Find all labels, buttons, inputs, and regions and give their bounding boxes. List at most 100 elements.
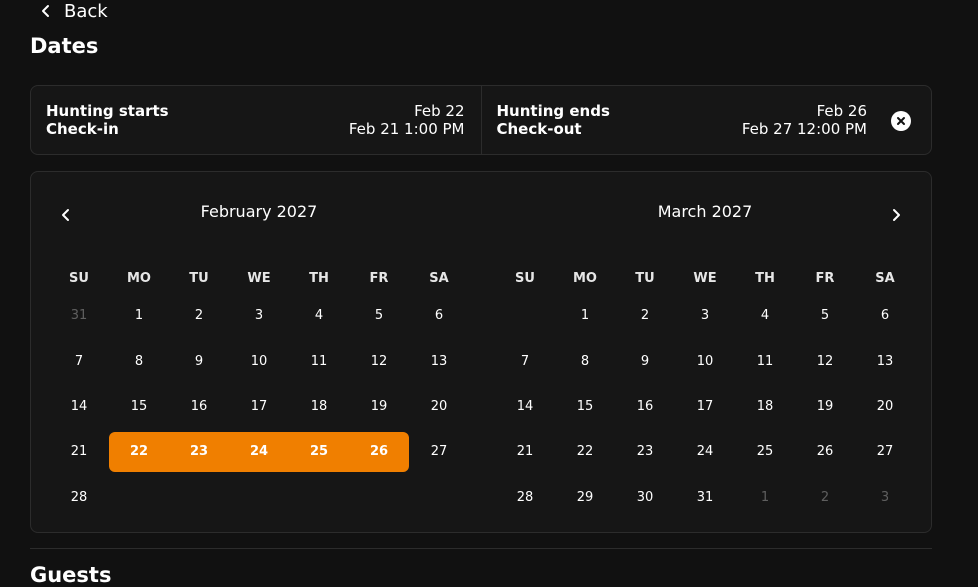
calendar-day[interactable]: 13 bbox=[855, 342, 915, 382]
calendar-day[interactable]: 8 bbox=[109, 342, 169, 382]
calendar-day[interactable]: 11 bbox=[289, 342, 349, 382]
calendar-day[interactable]: 18 bbox=[289, 387, 349, 427]
calendar-empty-cell bbox=[109, 478, 169, 518]
calendar-week: 7 8 9 10 11 12 13 bbox=[49, 342, 469, 382]
hunting-starts-label: Hunting starts bbox=[46, 102, 169, 120]
month-title: March 2027 bbox=[657, 202, 753, 221]
start-date-panel[interactable]: Hunting starts Feb 22 Check-in Feb 21 1:… bbox=[31, 86, 482, 154]
calendar-day[interactable]: 19 bbox=[795, 387, 855, 427]
calendar-day[interactable]: 20 bbox=[855, 387, 915, 427]
chevron-left-icon bbox=[42, 5, 49, 17]
calendar-day: 3 bbox=[880, 490, 890, 505]
calendar-day[interactable]: 30 bbox=[615, 478, 675, 518]
hunting-ends-value: Feb 26 bbox=[816, 102, 867, 120]
calendar-day[interactable]: 6 bbox=[409, 296, 469, 336]
calendar-day[interactable]: 20 bbox=[409, 387, 469, 427]
calendar-empty-cell bbox=[229, 478, 289, 518]
calendar-day[interactable]: 17 bbox=[229, 387, 289, 427]
check-in-label: Check-in bbox=[46, 120, 119, 138]
hunting-starts-value: Feb 22 bbox=[414, 102, 465, 120]
calendar-day[interactable]: 13 bbox=[409, 342, 469, 382]
check-in-value: Feb 21 1:00 PM bbox=[348, 120, 465, 138]
calendar-day[interactable]: 25 bbox=[735, 432, 795, 472]
calendar-day[interactable]: 15 bbox=[555, 387, 615, 427]
calendar-day[interactable]: 28 bbox=[49, 478, 109, 518]
calendar-day[interactable]: 21 bbox=[495, 432, 555, 472]
calendar-day[interactable]: 27 bbox=[409, 432, 469, 472]
calendar-week: 123456 bbox=[495, 296, 915, 336]
calendar-day[interactable]: 31 bbox=[675, 478, 735, 518]
calendar-day[interactable]: 9 bbox=[615, 342, 675, 382]
calendar-day[interactable]: 4 bbox=[289, 296, 349, 336]
calendar-empty-cell bbox=[289, 478, 349, 518]
calendar-day[interactable]: 6 bbox=[855, 296, 915, 336]
calendar-day[interactable]: 2 bbox=[615, 296, 675, 336]
calendar-day[interactable]: 19 bbox=[349, 387, 409, 427]
weekday-label: SU bbox=[69, 271, 89, 286]
calendar-empty-cell bbox=[349, 478, 409, 518]
calendar-day-selected[interactable]: 25 bbox=[289, 432, 349, 472]
weekday-header: SU MO TU WE TH FR SA bbox=[495, 271, 915, 286]
calendar-day[interactable]: 27 bbox=[855, 432, 915, 472]
calendar-day[interactable]: 7 bbox=[49, 342, 109, 382]
close-icon bbox=[897, 117, 905, 125]
calendar-empty-cell bbox=[495, 296, 555, 336]
calendar-week: 7 8 9 10 11 12 13 bbox=[495, 342, 915, 382]
calendar-day: 2 bbox=[820, 490, 830, 505]
calendar-day[interactable]: 23 bbox=[615, 432, 675, 472]
calendar-day[interactable]: 15 bbox=[109, 387, 169, 427]
calendar-day[interactable]: 16 bbox=[169, 387, 229, 427]
weekday-label: TU bbox=[635, 271, 655, 286]
calendar-day[interactable]: 8 bbox=[555, 342, 615, 382]
calendar-day[interactable]: 14 bbox=[49, 387, 109, 427]
guests-heading: Guests bbox=[30, 563, 112, 587]
calendar-day[interactable]: 3 bbox=[675, 296, 735, 336]
calendar-day[interactable]: 11 bbox=[735, 342, 795, 382]
calendar-day-selected[interactable]: 23 bbox=[169, 432, 229, 472]
calendar-day[interactable]: 12 bbox=[349, 342, 409, 382]
calendar-day-selected[interactable]: 26 bbox=[349, 432, 409, 472]
calendar-week: 28 bbox=[49, 478, 469, 518]
calendar-day[interactable]: 9 bbox=[169, 342, 229, 382]
calendar-day[interactable]: 12 bbox=[795, 342, 855, 382]
weekday-label: TU bbox=[189, 271, 209, 286]
calendar-day[interactable]: 5 bbox=[349, 296, 409, 336]
calendar-day[interactable]: 16 bbox=[615, 387, 675, 427]
calendar-week: 28 29 30 31 1 2 3 bbox=[495, 478, 915, 518]
calendar-day[interactable]: 10 bbox=[675, 342, 735, 382]
calendar-day[interactable]: 17 bbox=[675, 387, 735, 427]
calendar-day[interactable]: 21 bbox=[49, 432, 109, 472]
clear-dates-button[interactable] bbox=[891, 111, 911, 131]
back-button[interactable]: Back bbox=[38, 0, 108, 22]
weekday-label: FR bbox=[815, 271, 835, 286]
calendar-day[interactable]: 10 bbox=[229, 342, 289, 382]
calendar-day: 1 bbox=[760, 490, 770, 505]
end-date-panel[interactable]: Hunting ends Feb 26 Check-out Feb 27 12:… bbox=[482, 86, 932, 154]
calendar-day[interactable]: 24 bbox=[675, 432, 735, 472]
calendar-day[interactable]: 4 bbox=[735, 296, 795, 336]
calendar-week: 14 15 16 17 18 19 20 bbox=[495, 387, 915, 427]
calendar-day[interactable]: 1 bbox=[109, 296, 169, 336]
check-out-label: Check-out bbox=[496, 120, 582, 138]
calendar-day[interactable]: 26 bbox=[795, 432, 855, 472]
calendar-day-selected[interactable]: 22 bbox=[109, 432, 169, 472]
calendar-day[interactable]: 22 bbox=[555, 432, 615, 472]
weekday-label: SU bbox=[515, 271, 535, 286]
calendar-card: February 2027 SU MO TU WE TH FR SA 31 1 2 3 4 5 6 7 8 9 10… bbox=[30, 171, 932, 533]
calendar-day[interactable]: 14 bbox=[495, 387, 555, 427]
calendar-day-selected[interactable]: 24 bbox=[229, 432, 289, 472]
calendar-day[interactable]: 2 bbox=[169, 296, 229, 336]
calendar-day[interactable]: 3 bbox=[229, 296, 289, 336]
weekday-label: SA bbox=[429, 271, 449, 286]
calendar-week: 31 1 2 3 4 5 6 bbox=[49, 296, 469, 336]
calendar-day[interactable]: 29 bbox=[555, 478, 615, 518]
calendar-day[interactable]: 28 bbox=[495, 478, 555, 518]
calendar-week: 14 15 16 17 18 19 20 bbox=[49, 387, 469, 427]
date-summary-card: Hunting starts Feb 22 Check-in Feb 21 1:… bbox=[30, 85, 932, 155]
calendar-day[interactable]: 18 bbox=[735, 387, 795, 427]
weekday-header: SU MO TU WE TH FR SA bbox=[49, 271, 469, 286]
calendar-day[interactable]: 7 bbox=[495, 342, 555, 382]
calendar-day[interactable]: 5 bbox=[795, 296, 855, 336]
calendar-week: 21 22 23 24 25 26 27 bbox=[49, 432, 469, 472]
calendar-day[interactable]: 1 bbox=[555, 296, 615, 336]
